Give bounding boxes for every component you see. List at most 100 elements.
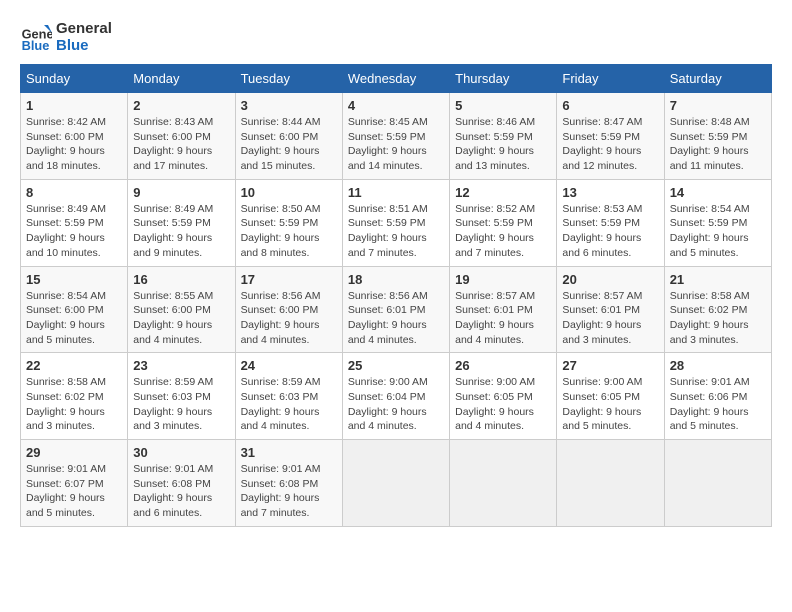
calendar-cell: 18 Sunrise: 8:56 AM Sunset: 6:01 PM Dayl… bbox=[342, 266, 449, 353]
day-number: 26 bbox=[455, 358, 551, 373]
day-detail: Sunrise: 8:59 AM Sunset: 6:03 PM Dayligh… bbox=[133, 375, 229, 434]
calendar-week-2: 8 Sunrise: 8:49 AM Sunset: 5:59 PM Dayli… bbox=[21, 179, 772, 266]
calendar-cell: 2 Sunrise: 8:43 AM Sunset: 6:00 PM Dayli… bbox=[128, 93, 235, 180]
day-number: 25 bbox=[348, 358, 444, 373]
day-number: 17 bbox=[241, 272, 337, 287]
day-number: 6 bbox=[562, 98, 658, 113]
calendar-week-1: 1 Sunrise: 8:42 AM Sunset: 6:00 PM Dayli… bbox=[21, 93, 772, 180]
calendar-table: SundayMondayTuesdayWednesdayThursdayFrid… bbox=[20, 64, 772, 527]
calendar-cell: 26 Sunrise: 9:00 AM Sunset: 6:05 PM Dayl… bbox=[450, 353, 557, 440]
day-detail: Sunrise: 8:49 AM Sunset: 5:59 PM Dayligh… bbox=[133, 202, 229, 261]
day-detail: Sunrise: 8:45 AM Sunset: 5:59 PM Dayligh… bbox=[348, 115, 444, 174]
day-detail: Sunrise: 8:53 AM Sunset: 5:59 PM Dayligh… bbox=[562, 202, 658, 261]
day-detail: Sunrise: 8:46 AM Sunset: 5:59 PM Dayligh… bbox=[455, 115, 551, 174]
calendar-week-3: 15 Sunrise: 8:54 AM Sunset: 6:00 PM Dayl… bbox=[21, 266, 772, 353]
logo-line1: General bbox=[56, 20, 112, 37]
col-header-monday: Monday bbox=[128, 65, 235, 93]
calendar-cell: 25 Sunrise: 9:00 AM Sunset: 6:04 PM Dayl… bbox=[342, 353, 449, 440]
calendar-cell: 29 Sunrise: 9:01 AM Sunset: 6:07 PM Dayl… bbox=[21, 440, 128, 527]
logo-icon: General Blue bbox=[20, 21, 52, 53]
day-detail: Sunrise: 8:43 AM Sunset: 6:00 PM Dayligh… bbox=[133, 115, 229, 174]
day-number: 5 bbox=[455, 98, 551, 113]
calendar-cell: 20 Sunrise: 8:57 AM Sunset: 6:01 PM Dayl… bbox=[557, 266, 664, 353]
day-detail: Sunrise: 9:01 AM Sunset: 6:06 PM Dayligh… bbox=[670, 375, 766, 434]
day-number: 29 bbox=[26, 445, 122, 460]
day-detail: Sunrise: 9:01 AM Sunset: 6:08 PM Dayligh… bbox=[241, 462, 337, 521]
day-detail: Sunrise: 8:56 AM Sunset: 6:00 PM Dayligh… bbox=[241, 289, 337, 348]
day-detail: Sunrise: 9:00 AM Sunset: 6:05 PM Dayligh… bbox=[455, 375, 551, 434]
day-number: 4 bbox=[348, 98, 444, 113]
day-detail: Sunrise: 8:55 AM Sunset: 6:00 PM Dayligh… bbox=[133, 289, 229, 348]
day-number: 30 bbox=[133, 445, 229, 460]
day-number: 12 bbox=[455, 185, 551, 200]
day-number: 18 bbox=[348, 272, 444, 287]
day-detail: Sunrise: 8:58 AM Sunset: 6:02 PM Dayligh… bbox=[26, 375, 122, 434]
calendar-cell: 7 Sunrise: 8:48 AM Sunset: 5:59 PM Dayli… bbox=[664, 93, 771, 180]
logo-line2: Blue bbox=[56, 37, 112, 54]
calendar-cell: 13 Sunrise: 8:53 AM Sunset: 5:59 PM Dayl… bbox=[557, 179, 664, 266]
day-detail: Sunrise: 8:52 AM Sunset: 5:59 PM Dayligh… bbox=[455, 202, 551, 261]
logo: General Blue General Blue bbox=[20, 20, 112, 54]
day-number: 24 bbox=[241, 358, 337, 373]
col-header-friday: Friday bbox=[557, 65, 664, 93]
day-detail: Sunrise: 9:00 AM Sunset: 6:05 PM Dayligh… bbox=[562, 375, 658, 434]
day-number: 10 bbox=[241, 185, 337, 200]
day-number: 16 bbox=[133, 272, 229, 287]
calendar-cell bbox=[450, 440, 557, 527]
day-number: 23 bbox=[133, 358, 229, 373]
day-number: 1 bbox=[26, 98, 122, 113]
calendar-cell: 5 Sunrise: 8:46 AM Sunset: 5:59 PM Dayli… bbox=[450, 93, 557, 180]
calendar-cell: 24 Sunrise: 8:59 AM Sunset: 6:03 PM Dayl… bbox=[235, 353, 342, 440]
calendar-cell: 8 Sunrise: 8:49 AM Sunset: 5:59 PM Dayli… bbox=[21, 179, 128, 266]
calendar-cell: 9 Sunrise: 8:49 AM Sunset: 5:59 PM Dayli… bbox=[128, 179, 235, 266]
day-number: 19 bbox=[455, 272, 551, 287]
calendar-cell: 3 Sunrise: 8:44 AM Sunset: 6:00 PM Dayli… bbox=[235, 93, 342, 180]
day-number: 3 bbox=[241, 98, 337, 113]
day-detail: Sunrise: 8:48 AM Sunset: 5:59 PM Dayligh… bbox=[670, 115, 766, 174]
calendar-cell: 30 Sunrise: 9:01 AM Sunset: 6:08 PM Dayl… bbox=[128, 440, 235, 527]
calendar-cell: 23 Sunrise: 8:59 AM Sunset: 6:03 PM Dayl… bbox=[128, 353, 235, 440]
day-detail: Sunrise: 8:59 AM Sunset: 6:03 PM Dayligh… bbox=[241, 375, 337, 434]
day-detail: Sunrise: 8:56 AM Sunset: 6:01 PM Dayligh… bbox=[348, 289, 444, 348]
day-detail: Sunrise: 8:58 AM Sunset: 6:02 PM Dayligh… bbox=[670, 289, 766, 348]
day-number: 14 bbox=[670, 185, 766, 200]
day-detail: Sunrise: 8:42 AM Sunset: 6:00 PM Dayligh… bbox=[26, 115, 122, 174]
day-number: 7 bbox=[670, 98, 766, 113]
day-detail: Sunrise: 8:44 AM Sunset: 6:00 PM Dayligh… bbox=[241, 115, 337, 174]
calendar-cell: 11 Sunrise: 8:51 AM Sunset: 5:59 PM Dayl… bbox=[342, 179, 449, 266]
day-number: 11 bbox=[348, 185, 444, 200]
day-detail: Sunrise: 8:57 AM Sunset: 6:01 PM Dayligh… bbox=[562, 289, 658, 348]
day-number: 13 bbox=[562, 185, 658, 200]
calendar-cell: 17 Sunrise: 8:56 AM Sunset: 6:00 PM Dayl… bbox=[235, 266, 342, 353]
calendar-cell: 1 Sunrise: 8:42 AM Sunset: 6:00 PM Dayli… bbox=[21, 93, 128, 180]
day-detail: Sunrise: 9:01 AM Sunset: 6:07 PM Dayligh… bbox=[26, 462, 122, 521]
calendar-cell: 28 Sunrise: 9:01 AM Sunset: 6:06 PM Dayl… bbox=[664, 353, 771, 440]
day-detail: Sunrise: 8:57 AM Sunset: 6:01 PM Dayligh… bbox=[455, 289, 551, 348]
calendar-cell: 22 Sunrise: 8:58 AM Sunset: 6:02 PM Dayl… bbox=[21, 353, 128, 440]
calendar-cell bbox=[342, 440, 449, 527]
calendar-cell bbox=[664, 440, 771, 527]
calendar-cell: 10 Sunrise: 8:50 AM Sunset: 5:59 PM Dayl… bbox=[235, 179, 342, 266]
header: General Blue General Blue bbox=[20, 20, 772, 54]
col-header-saturday: Saturday bbox=[664, 65, 771, 93]
day-detail: Sunrise: 9:01 AM Sunset: 6:08 PM Dayligh… bbox=[133, 462, 229, 521]
day-number: 28 bbox=[670, 358, 766, 373]
col-header-wednesday: Wednesday bbox=[342, 65, 449, 93]
day-number: 31 bbox=[241, 445, 337, 460]
col-header-thursday: Thursday bbox=[450, 65, 557, 93]
svg-text:Blue: Blue bbox=[22, 38, 50, 53]
day-number: 2 bbox=[133, 98, 229, 113]
calendar-week-4: 22 Sunrise: 8:58 AM Sunset: 6:02 PM Dayl… bbox=[21, 353, 772, 440]
calendar-header-row: SundayMondayTuesdayWednesdayThursdayFrid… bbox=[21, 65, 772, 93]
calendar-cell bbox=[557, 440, 664, 527]
day-number: 21 bbox=[670, 272, 766, 287]
calendar-cell: 16 Sunrise: 8:55 AM Sunset: 6:00 PM Dayl… bbox=[128, 266, 235, 353]
day-number: 27 bbox=[562, 358, 658, 373]
calendar-cell: 14 Sunrise: 8:54 AM Sunset: 5:59 PM Dayl… bbox=[664, 179, 771, 266]
day-number: 8 bbox=[26, 185, 122, 200]
day-detail: Sunrise: 8:47 AM Sunset: 5:59 PM Dayligh… bbox=[562, 115, 658, 174]
day-number: 22 bbox=[26, 358, 122, 373]
day-detail: Sunrise: 9:00 AM Sunset: 6:04 PM Dayligh… bbox=[348, 375, 444, 434]
day-detail: Sunrise: 8:51 AM Sunset: 5:59 PM Dayligh… bbox=[348, 202, 444, 261]
day-number: 9 bbox=[133, 185, 229, 200]
